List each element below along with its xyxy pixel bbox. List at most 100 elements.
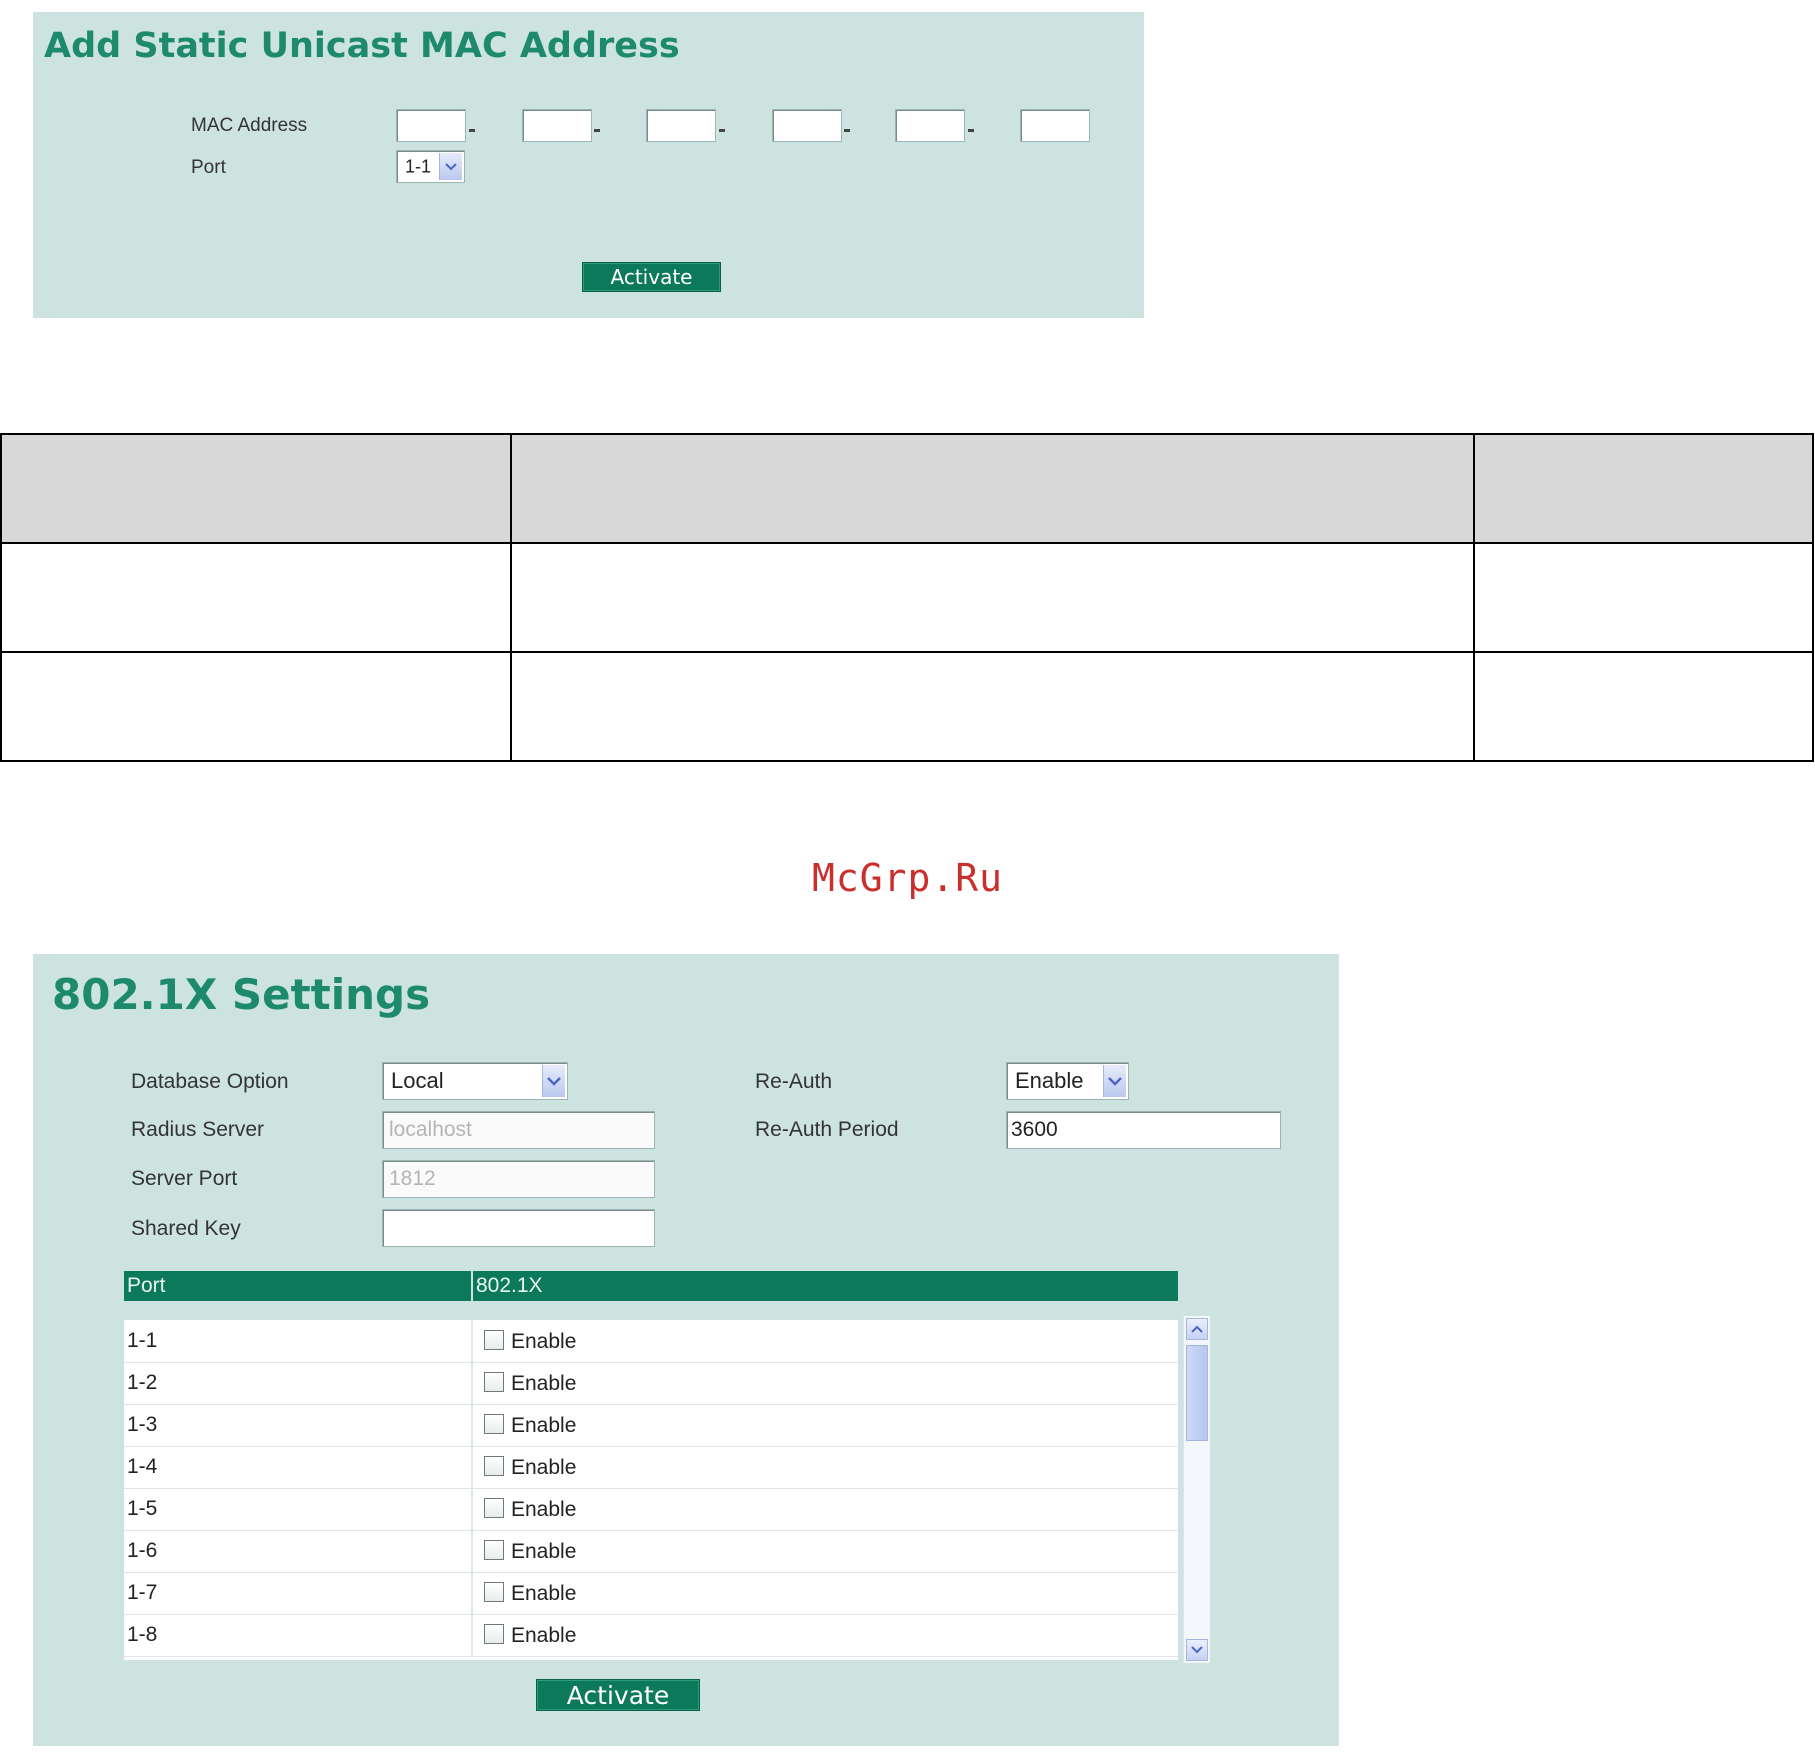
enable-checkbox-label: Enable (511, 1372, 577, 1395)
mac-separator (968, 129, 974, 132)
table-row: 1-2 Enable (124, 1362, 1178, 1405)
table-row: 1-3 Enable (124, 1404, 1178, 1447)
shared-key-label: Shared Key (131, 1217, 241, 1240)
enable-checkbox[interactable] (484, 1372, 504, 1392)
blank-table-cell (1473, 542, 1814, 653)
port-cell: 1-2 (127, 1371, 158, 1394)
reauth-label: Re-Auth (755, 1070, 833, 1093)
blank-table-cell (1473, 651, 1814, 762)
database-option-select[interactable]: Local (382, 1062, 568, 1100)
table-row: 1-4 Enable (124, 1446, 1178, 1489)
port-header-divider (471, 1271, 473, 1301)
dot1x-column-header: 802.1X (476, 1274, 543, 1297)
radius-server-input (382, 1111, 655, 1149)
port-select-value: 1-1 (405, 156, 432, 176)
port-cell: 1-6 (127, 1539, 158, 1562)
reauth-period-label: Re-Auth Period (755, 1118, 899, 1141)
mac-panel: Add Static Unicast MAC Address MAC Addre… (33, 12, 1144, 318)
mac-separator (719, 129, 725, 132)
enable-checkbox[interactable] (484, 1624, 504, 1644)
port-select[interactable]: 1-1 (396, 150, 465, 183)
row-divider (471, 1614, 473, 1656)
port-column-header: Port (127, 1274, 166, 1297)
blank-table (0, 433, 1814, 762)
enable-checkbox[interactable] (484, 1540, 504, 1560)
table-row: 1-6 Enable (124, 1530, 1178, 1573)
enable-checkbox[interactable] (484, 1456, 504, 1476)
port-cell: 1-3 (127, 1413, 158, 1436)
mac-octet-2-input[interactable] (522, 109, 592, 142)
port-table-body: 1-1 Enable 1-2 Enable 1-3 Enable 1-4 Ena… (124, 1320, 1178, 1660)
mac-activate-button[interactable]: Activate (582, 262, 721, 292)
table-row: 1-1 Enable (124, 1320, 1178, 1363)
row-divider (471, 1572, 473, 1614)
enable-checkbox[interactable] (484, 1330, 504, 1350)
mac-octet-1-input[interactable] (396, 109, 466, 142)
server-port-label: Server Port (131, 1167, 238, 1190)
chevron-down-icon (542, 1065, 565, 1097)
mac-octet-6-input[interactable] (1020, 109, 1090, 142)
enable-checkbox[interactable] (484, 1582, 504, 1602)
database-option-label: Database Option (131, 1070, 289, 1093)
blank-table-cell (510, 433, 1475, 544)
chevron-down-icon (439, 153, 462, 180)
mac-octet-5-input[interactable] (895, 109, 965, 142)
port-cell: 1-4 (127, 1455, 158, 1478)
blank-table-header-row (0, 433, 1814, 544)
row-divider (471, 1488, 473, 1530)
shared-key-input[interactable] (382, 1209, 655, 1247)
mac-panel-title: Add Static Unicast MAC Address (44, 26, 680, 66)
row-divider (471, 1320, 473, 1362)
reauth-value: Enable (1015, 1068, 1084, 1093)
row-divider (471, 1362, 473, 1404)
radius-server-label: Radius Server (131, 1118, 265, 1141)
chevron-down-icon (1103, 1065, 1126, 1097)
chevron-down-icon (1191, 1646, 1203, 1654)
enable-checkbox-label: Enable (511, 1330, 577, 1353)
scroll-thumb[interactable] (1186, 1345, 1208, 1441)
row-divider (471, 1404, 473, 1446)
dot1x-panel-title: 802.1X Settings (52, 970, 431, 1019)
row-divider (471, 1530, 473, 1572)
blank-table-cell (1473, 433, 1814, 544)
dot1x-activate-button[interactable]: Activate (536, 1679, 700, 1711)
port-table-scrollbar[interactable] (1183, 1316, 1210, 1663)
enable-checkbox-label: Enable (511, 1414, 577, 1437)
enable-checkbox[interactable] (484, 1498, 504, 1518)
scroll-down-button[interactable] (1186, 1639, 1208, 1661)
port-cell: 1-5 (127, 1497, 158, 1520)
reauth-period-input[interactable] (1006, 1111, 1281, 1149)
blank-table-cell (0, 433, 512, 544)
port-cell: 1-7 (127, 1581, 158, 1604)
server-port-input (382, 1160, 655, 1198)
port-cell: 1-1 (127, 1329, 158, 1352)
enable-checkbox-label: Enable (511, 1540, 577, 1563)
mac-octet-3-input[interactable] (646, 109, 716, 142)
row-divider (471, 1446, 473, 1488)
mac-separator (469, 129, 475, 132)
port-cell: 1-8 (127, 1623, 158, 1646)
enable-checkbox-label: Enable (511, 1624, 577, 1647)
table-row: 1-7 Enable (124, 1572, 1178, 1615)
watermark-logo: McGrp.Ru (812, 856, 1004, 900)
blank-table-row (0, 542, 1814, 653)
port-label: Port (191, 157, 226, 178)
mac-separator (594, 129, 600, 132)
blank-table-cell (0, 542, 512, 653)
blank-table-row (0, 651, 1814, 762)
chevron-up-icon (1191, 1325, 1203, 1333)
table-row: 1-5 Enable (124, 1488, 1178, 1531)
enable-checkbox-label: Enable (511, 1456, 577, 1479)
blank-table-cell (510, 542, 1475, 653)
blank-table-cell (510, 651, 1475, 762)
enable-checkbox[interactable] (484, 1414, 504, 1434)
scroll-up-button[interactable] (1186, 1318, 1208, 1340)
enable-checkbox-label: Enable (511, 1498, 577, 1521)
enable-checkbox-label: Enable (511, 1582, 577, 1605)
reauth-select[interactable]: Enable (1006, 1062, 1129, 1100)
database-option-value: Local (391, 1068, 444, 1093)
mac-address-label: MAC Address (191, 115, 308, 136)
table-row: 1-8 Enable (124, 1614, 1178, 1657)
mac-octet-4-input[interactable] (772, 109, 842, 142)
blank-table-cell (0, 651, 512, 762)
